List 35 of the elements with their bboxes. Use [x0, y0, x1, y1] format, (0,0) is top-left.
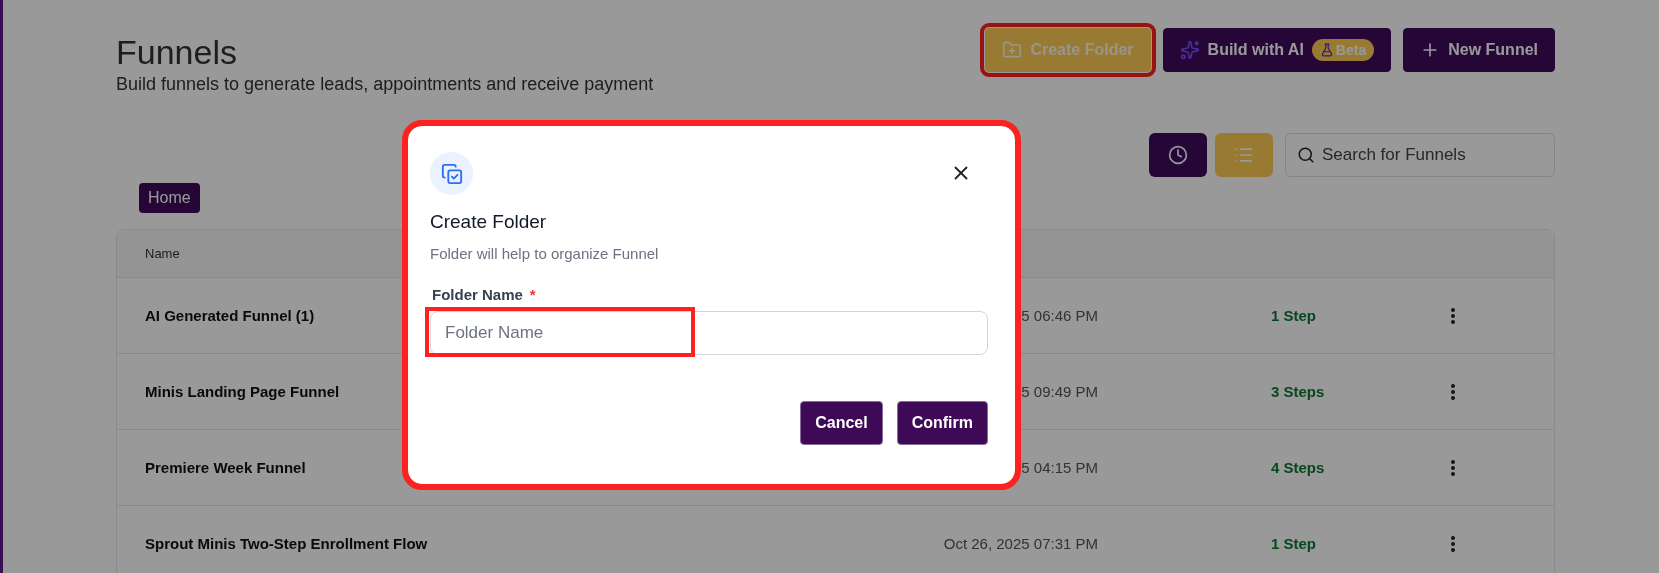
copy-check-glyph-icon [440, 162, 463, 185]
kebab-icon [1451, 307, 1455, 324]
clock-icon [1168, 145, 1188, 165]
build-ai-button[interactable]: Build with AI Beta [1162, 28, 1392, 72]
funnel-date: 5 04:15 PM [1020, 459, 1098, 476]
cancel-button[interactable]: Cancel [800, 401, 883, 445]
funnel-date: Oct 26, 2025 07:31 PM [942, 535, 1098, 552]
step-count: 4 Steps [1271, 459, 1326, 476]
kebab-icon [1451, 459, 1455, 476]
column-header: Name [145, 246, 180, 261]
page-title: Funnels [116, 32, 238, 72]
beta-badge: Beta [1311, 39, 1375, 61]
confirm-button[interactable]: Confirm [896, 401, 988, 445]
list-icon [1234, 145, 1254, 165]
funnel-date: 5 09:49 PM [1020, 383, 1098, 400]
flask-icon [1319, 43, 1334, 57]
folder-plus-icon [1002, 40, 1023, 60]
step-count: 1 Step [1271, 307, 1317, 324]
page-subtitle: Build funnels to generate leads, appointments and receive payment [116, 74, 654, 95]
breadcrumb-link[interactable]: Home [139, 183, 200, 213]
step-count: 1 Step [1271, 535, 1317, 552]
new-funnel-button[interactable]: New Funnel [1403, 28, 1555, 72]
dialog-subtitle: Folder will help to organize Funnel [430, 245, 660, 262]
search-field[interactable]: Search for Funnels [1285, 133, 1555, 177]
required-mark: * [529, 286, 536, 303]
funnel-date: 5 06:46 PM [1020, 307, 1098, 324]
funnel-name[interactable]: Sprout Minis Two-Step Enrollment Flow [145, 535, 825, 552]
step-count: 3 Steps [1271, 383, 1326, 400]
search-icon [1297, 146, 1315, 164]
kebab-icon [1451, 535, 1455, 552]
recent-view-button[interactable] [1149, 133, 1207, 177]
sparkles-icon [1179, 40, 1200, 60]
dialog-title: Create Folder [430, 211, 548, 233]
kebab-icon [1451, 383, 1455, 400]
field-label: Folder Name [432, 286, 523, 303]
